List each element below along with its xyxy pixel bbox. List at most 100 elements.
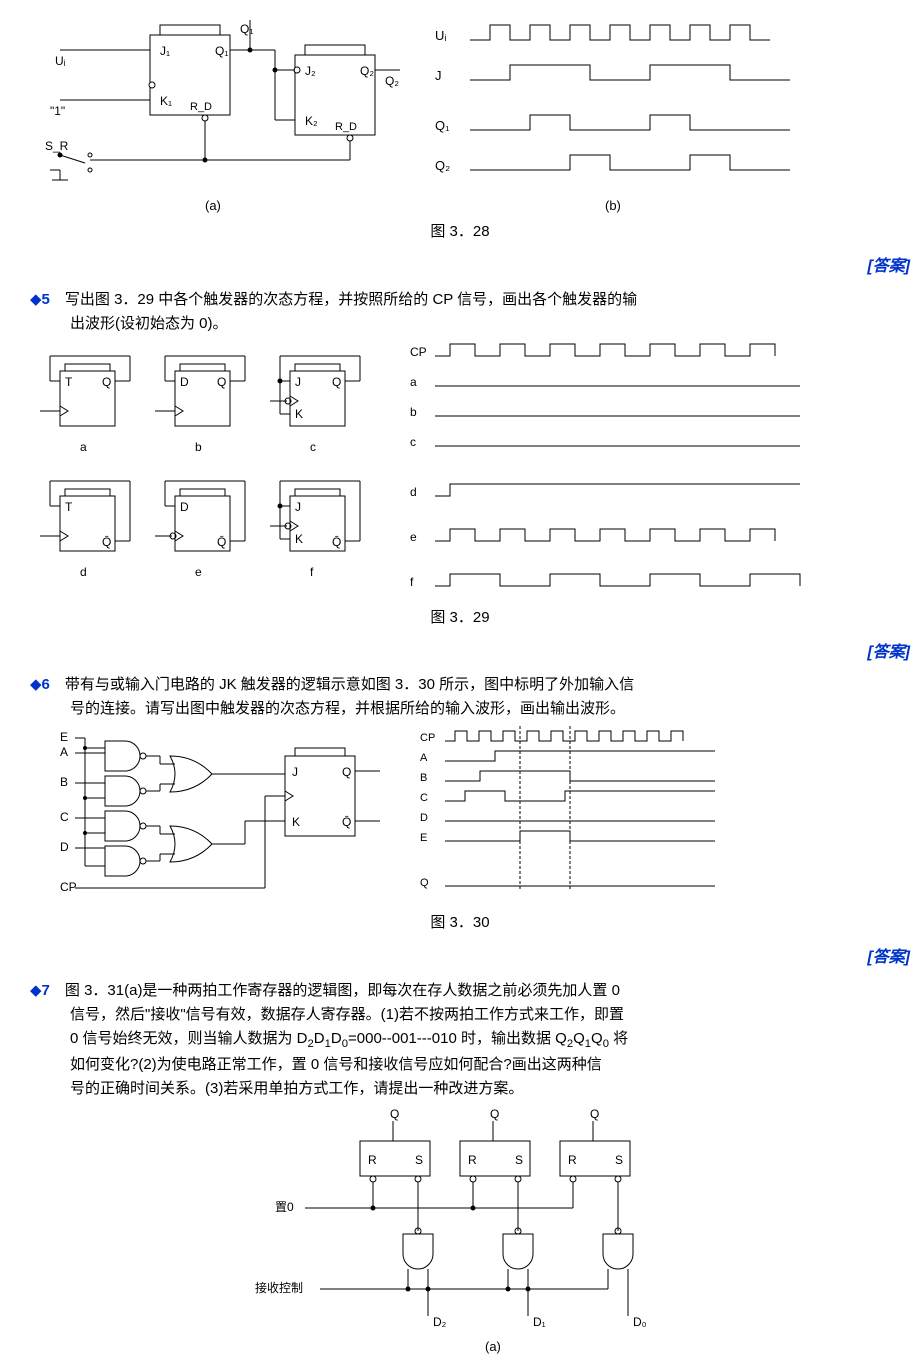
svg-text:Q₁: Q₁ xyxy=(435,118,450,133)
svg-text:R_D: R_D xyxy=(190,101,212,113)
fig329-waveforms: CP a b c d e f xyxy=(410,341,810,601)
svg-text:J: J xyxy=(292,765,298,779)
svg-text:Uᵢ: Uᵢ xyxy=(435,28,446,43)
problem-7-line2: 信号，然后"接收"信号有效，数据存人寄存器。(1)若不按两拍工作方式来工作，即置 xyxy=(70,1003,890,1027)
svg-text:D₀: D₀ xyxy=(633,1315,647,1329)
fig328-layout: J₁ K₁ R_D Q₁ J₂ K₂ R_D Q₂ Uᵢ "1" xyxy=(30,15,890,215)
problem-5-num: 5 xyxy=(42,291,50,308)
problem-7: ◆7 图 3．31(a)是一种两拍工作寄存器的逻辑图，即每次在存人数据之前必须先… xyxy=(30,979,890,1101)
svg-text:a: a xyxy=(410,375,417,389)
svg-text:Q: Q xyxy=(332,375,341,389)
figure-3-30: E A B C D CP xyxy=(30,726,890,935)
svg-text:Q₂: Q₂ xyxy=(360,64,374,78)
figure-3-31: Q R S Q R S Q R S xyxy=(0,1106,920,1356)
problem-5-line1: 写出图 3．29 中各个触发器的次态方程，并按照所给的 CP 信号，画出各个触发… xyxy=(65,291,637,308)
svg-text:接收控制: 接收控制 xyxy=(255,1280,303,1295)
svg-text:K: K xyxy=(295,532,303,546)
diamond-icon: ◆ xyxy=(30,291,42,308)
fig328-circuit-a: J₁ K₁ R_D Q₁ J₂ K₂ R_D Q₂ Uᵢ "1" xyxy=(30,15,400,215)
svg-text:R: R xyxy=(568,1153,577,1167)
svg-text:A: A xyxy=(60,745,68,759)
svg-text:CP: CP xyxy=(60,880,77,894)
svg-text:D: D xyxy=(180,375,189,389)
svg-text:Q: Q xyxy=(490,1107,499,1121)
problem-6-num: 6 xyxy=(42,676,50,693)
svg-text:S: S xyxy=(415,1153,423,1167)
svg-text:J₁: J₁ xyxy=(160,44,170,58)
problem-7-line4: 如何变化?(2)为使电路正常工作，置 0 信号和接收信号应如何配合?画出这两种信 xyxy=(70,1053,890,1077)
svg-text:S: S xyxy=(515,1153,523,1167)
svg-text:C: C xyxy=(60,810,69,824)
svg-text:J: J xyxy=(295,375,301,389)
svg-text:Q̄: Q̄ xyxy=(332,535,341,549)
svg-text:Q₁: Q₁ xyxy=(215,44,228,58)
svg-text:T: T xyxy=(65,500,73,514)
svg-text:K₂: K₂ xyxy=(305,114,318,128)
fig328-a-label: (a) xyxy=(205,198,221,213)
svg-text:B: B xyxy=(420,772,427,784)
svg-text:R_D: R_D xyxy=(335,121,357,133)
fig330-layout: E A B C D CP xyxy=(60,726,890,906)
svg-text:置0: 置0 xyxy=(275,1200,294,1214)
svg-text:Q̄: Q̄ xyxy=(217,535,226,549)
svg-text:c: c xyxy=(310,440,316,454)
svg-text:Q: Q xyxy=(342,765,351,779)
svg-text:f: f xyxy=(310,565,314,579)
problem-7-line5: 号的正确时间关系。(3)若采用单拍方式工作，请提出一种改进方案。 xyxy=(70,1077,890,1101)
svg-text:CP: CP xyxy=(410,345,427,359)
svg-text:R: R xyxy=(368,1153,377,1167)
svg-text:c: c xyxy=(410,435,416,449)
svg-text:R: R xyxy=(468,1153,477,1167)
svg-text:d: d xyxy=(410,485,417,499)
problem-7-line1: 图 3．31(a)是一种两拍工作寄存器的逻辑图，即每次在存人数据之前必须先加人置… xyxy=(65,982,620,999)
svg-text:Q₂: Q₂ xyxy=(385,74,399,88)
fig331-a-label: (a) xyxy=(485,1339,501,1354)
svg-text:J: J xyxy=(295,500,301,514)
svg-text:Q̄: Q̄ xyxy=(102,535,111,549)
svg-text:S_R: S_R xyxy=(45,139,69,153)
svg-text:T: T xyxy=(65,375,73,389)
svg-text:a: a xyxy=(80,440,87,454)
answer-link-1[interactable]: [答案] xyxy=(0,254,910,280)
svg-text:K: K xyxy=(295,407,303,421)
fig328-caption: 图 3．28 xyxy=(30,220,890,244)
svg-text:b: b xyxy=(195,440,202,454)
svg-text:D₂: D₂ xyxy=(433,1315,447,1329)
svg-text:S: S xyxy=(615,1153,623,1167)
svg-text:Q: Q xyxy=(390,1107,399,1121)
svg-text:Q₁: Q₁ xyxy=(240,22,253,36)
problem-5: ◆5 写出图 3．29 中各个触发器的次态方程，并按照所给的 CP 信号，画出各… xyxy=(30,288,890,336)
fig330-waveforms: CP A B C D E Q xyxy=(420,726,750,906)
answer-link-3[interactable]: [答案] xyxy=(0,945,910,971)
svg-text:Q: Q xyxy=(590,1107,599,1121)
svg-text:E: E xyxy=(60,730,68,744)
svg-text:K: K xyxy=(292,815,300,829)
svg-text:"1": "1" xyxy=(50,104,65,118)
problem-6-line2: 号的连接。请写出图中触发器的次态方程，并根据所给的输入波形，画出输出波形。 xyxy=(70,697,890,721)
problem-7-num: 7 xyxy=(42,982,50,999)
svg-text:f: f xyxy=(410,575,414,589)
answer-link-2[interactable]: [答案] xyxy=(0,640,910,666)
svg-text:J: J xyxy=(435,68,442,83)
svg-text:D₁: D₁ xyxy=(533,1315,546,1329)
problem-5-line2: 出波形(设初始态为 0)。 xyxy=(70,312,890,336)
svg-text:CP: CP xyxy=(420,732,435,744)
fig329-layout: TQ a DQ b JQ K xyxy=(30,341,890,601)
fig329-caption: 图 3．29 xyxy=(30,606,890,630)
fig328-waveforms-b: Uᵢ J Q₁ Q₂ (b) xyxy=(430,15,800,215)
fig330-circuit: E A B C D CP xyxy=(60,726,390,906)
svg-text:J₂: J₂ xyxy=(305,64,316,78)
svg-text:D: D xyxy=(60,840,69,854)
fig328-b-label: (b) xyxy=(605,198,621,213)
svg-text:B: B xyxy=(60,775,68,789)
svg-text:e: e xyxy=(195,565,202,579)
svg-text:Q₂: Q₂ xyxy=(435,158,450,173)
problem-6: ◆6 带有与或输入门电路的 JK 触发器的逻辑示意如图 3．30 所示，图中标明… xyxy=(30,673,890,721)
svg-text:C: C xyxy=(420,792,428,804)
figure-3-29: TQ a DQ b JQ K xyxy=(30,341,890,630)
diamond-icon: ◆ xyxy=(30,982,42,999)
fig329-flipflops: TQ a DQ b JQ K xyxy=(30,341,380,601)
svg-text:A: A xyxy=(420,752,428,764)
svg-text:Uᵢ: Uᵢ xyxy=(55,54,66,68)
diamond-icon: ◆ xyxy=(30,676,42,693)
